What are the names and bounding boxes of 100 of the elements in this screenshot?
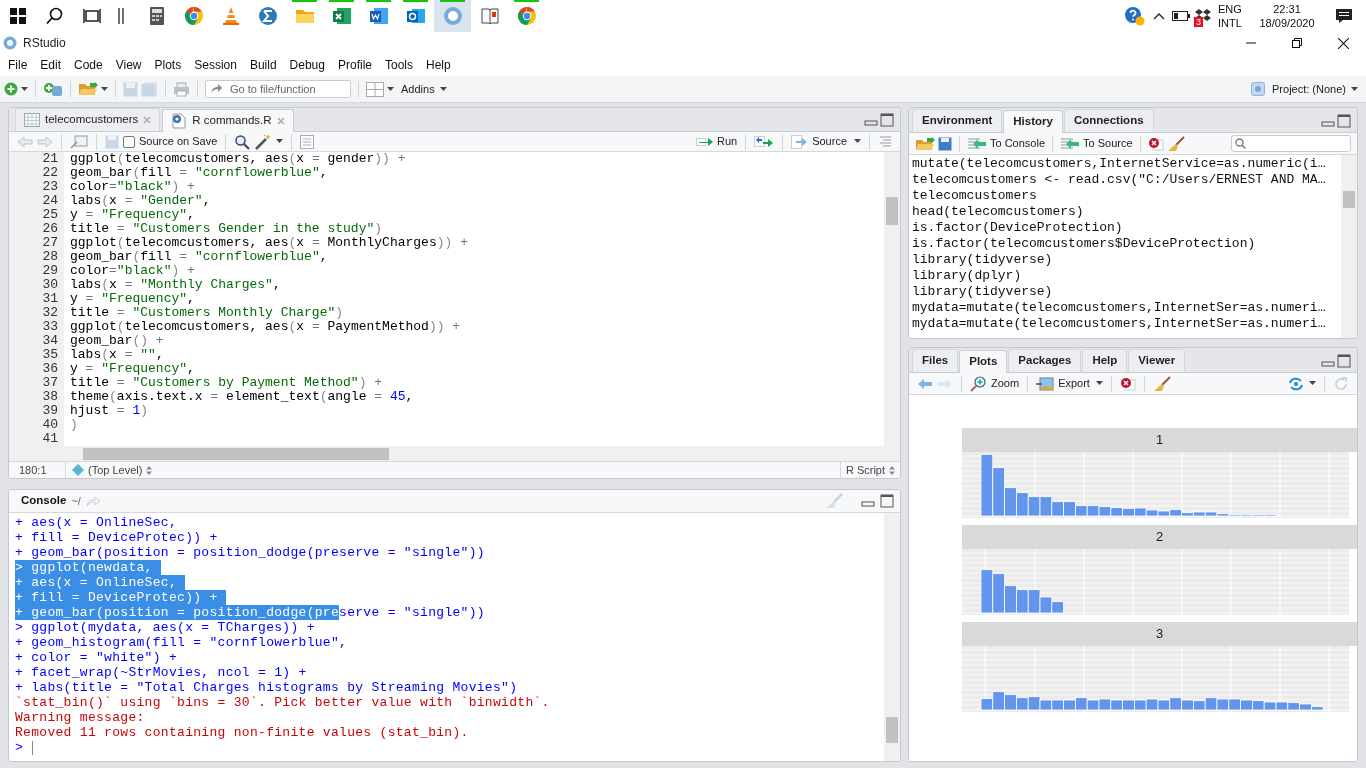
menu-item[interactable]: Edit <box>35 56 67 74</box>
editor-tab[interactable]: telecomcustomers <box>15 108 161 131</box>
keyboard-layout-indicator[interactable]: INTL <box>1218 16 1242 30</box>
history-entry[interactable]: mydata=mutate(telecomcustomers,InternetSer=as.numeri… <box>912 300 1326 315</box>
history-entry[interactable]: library(tidyverse) <box>912 284 1053 299</box>
up-down-caret-icon[interactable] <box>889 465 895 475</box>
pane-tab[interactable]: Plots <box>959 350 1008 373</box>
task-view-icon[interactable] <box>83 8 101 24</box>
checkbox[interactable] <box>123 135 135 148</box>
to-source-button[interactable]: To Source <box>1060 135 1133 152</box>
history-entry[interactable]: telecomcustomers <- read.csv("C:/Users/ERNEST AND MA… <box>912 172 1326 187</box>
pane-tab[interactable]: Environment <box>912 109 1003 132</box>
maximize-pane-icon[interactable] <box>1337 114 1351 128</box>
search-field[interactable] <box>1231 135 1351 152</box>
tab-label[interactable]: R commands.R <box>192 112 272 130</box>
pane-tab[interactable]: History <box>1003 110 1063 133</box>
battery-icon[interactable] <box>1172 11 1190 21</box>
menu-item[interactable]: File <box>3 56 33 74</box>
menu-item[interactable]: Session <box>189 56 242 74</box>
notifications-icon[interactable] <box>1335 8 1353 24</box>
round-app-icon[interactable] <box>257 6 278 26</box>
menu-item[interactable]: Profile <box>332 56 377 74</box>
send-to-source-icon[interactable] <box>1060 136 1081 151</box>
menu-item[interactable]: Help <box>421 56 456 74</box>
menu-item[interactable]: Tools <box>380 56 418 74</box>
vertical-scrollbar[interactable] <box>1341 155 1357 338</box>
caret-icon[interactable] <box>387 86 394 92</box>
history-entry[interactable]: mutate(telecomcustomers,InternetService=as.numeric(i… <box>912 156 1326 171</box>
picture-export-icon[interactable] <box>1036 376 1055 391</box>
search-icon[interactable] <box>234 133 251 150</box>
remove-icon[interactable] <box>1147 136 1164 151</box>
spreadsheet-icon[interactable] <box>331 6 352 26</box>
pane-tab[interactable]: Connections <box>1063 109 1154 132</box>
clock-date[interactable]: 18/09/2020 <box>1259 16 1315 30</box>
remove-icon[interactable] <box>1119 376 1136 391</box>
broom-icon[interactable] <box>1166 135 1185 152</box>
circle-logo-icon[interactable] <box>442 6 463 26</box>
open-folder-icon[interactable] <box>915 136 935 151</box>
menu-item[interactable]: View <box>110 56 147 74</box>
search-icon[interactable] <box>46 7 64 25</box>
go-to-file-field[interactable]: Go to file/function <box>205 80 351 98</box>
pane-tab[interactable]: Packages <box>1008 349 1082 372</box>
console-title[interactable]: Console <box>21 492 67 510</box>
zoom-button[interactable]: Zoom <box>970 375 1020 392</box>
outline-icon[interactable] <box>300 134 315 149</box>
tab-label[interactable]: telecomcustomers <box>45 111 139 129</box>
round-logo-icon[interactable] <box>516 6 537 26</box>
checkbox-label[interactable]: Source on Save <box>139 133 218 150</box>
pane-tab[interactable]: Help <box>1082 349 1128 372</box>
vertical-scrollbar[interactable] <box>884 513 900 761</box>
close-icon[interactable] <box>1337 37 1349 49</box>
menu-item[interactable]: Build <box>244 56 282 74</box>
editor-tab[interactable]: R commands.R <box>162 109 294 132</box>
round-logo-icon[interactable] <box>183 6 204 26</box>
show-in-window-icon[interactable] <box>70 134 88 149</box>
history-entry[interactable]: library(tidyverse) <box>912 252 1053 267</box>
restore-icon[interactable] <box>1292 38 1302 48</box>
help-badge-icon[interactable] <box>1124 6 1146 26</box>
to-console-button[interactable]: To Console <box>967 135 1046 152</box>
up-down-caret-icon[interactable] <box>146 465 153 475</box>
windows-start-icon[interactable] <box>10 8 26 24</box>
language-indicator[interactable]: ENG <box>1218 2 1242 16</box>
send-to-console-icon[interactable] <box>967 136 987 151</box>
addins-menu[interactable]: Addins <box>401 80 447 98</box>
pane-tab[interactable]: Files <box>912 349 959 372</box>
history-entry[interactable]: telecomcustomers <box>912 188 1037 203</box>
pane-tab[interactable]: Viewer <box>1128 349 1186 372</box>
history-entry[interactable]: mydata=mutate(telecomcustomers,InternetSer=as.numeri… <box>912 316 1326 331</box>
magic-wand-icon[interactable] <box>254 133 273 150</box>
menu-item[interactable]: Debug <box>284 56 330 74</box>
caret-icon[interactable] <box>101 86 108 92</box>
menu-item[interactable]: Code <box>69 56 108 74</box>
menu-item[interactable]: Plots <box>149 56 187 74</box>
source-button[interactable]: Source <box>791 133 861 150</box>
run-arrow-icon[interactable] <box>695 136 714 147</box>
caret-icon[interactable] <box>439 86 447 92</box>
run-button[interactable]: Run <box>695 133 738 150</box>
save-icon[interactable] <box>938 136 952 151</box>
broom-icon[interactable] <box>1152 375 1171 392</box>
book-icon[interactable] <box>479 6 500 26</box>
mail-icon[interactable] <box>405 6 426 26</box>
file-type-selector[interactable]: R Script <box>845 461 885 478</box>
history-entry[interactable]: is.factor(telecomcustomers$DeviceProtection) <box>912 236 1256 251</box>
caret-icon[interactable] <box>854 139 861 145</box>
traffic-cone-icon[interactable] <box>220 6 241 26</box>
caret-icon[interactable] <box>1095 381 1103 386</box>
project-menu[interactable]: Project: (None) <box>1272 80 1358 98</box>
caret-icon[interactable] <box>1309 381 1316 386</box>
maximize-pane-icon[interactable] <box>880 494 894 508</box>
caret-icon[interactable] <box>1351 86 1358 92</box>
history-entry[interactable]: is.factor(DeviceProtection) <box>912 220 1123 235</box>
rerun-icon[interactable] <box>754 135 775 148</box>
clock-time[interactable]: 22:31 <box>1273 2 1301 16</box>
export-button[interactable]: Export <box>1036 375 1103 392</box>
new-project-icon[interactable] <box>43 81 63 97</box>
scope-selector[interactable]: (Top Level) <box>88 461 143 478</box>
document-icon[interactable] <box>368 6 389 26</box>
chevron-up-icon[interactable] <box>1153 12 1165 20</box>
maximize-pane-icon[interactable] <box>880 113 894 127</box>
history-entry[interactable]: library(dplyr) <box>912 268 1022 283</box>
